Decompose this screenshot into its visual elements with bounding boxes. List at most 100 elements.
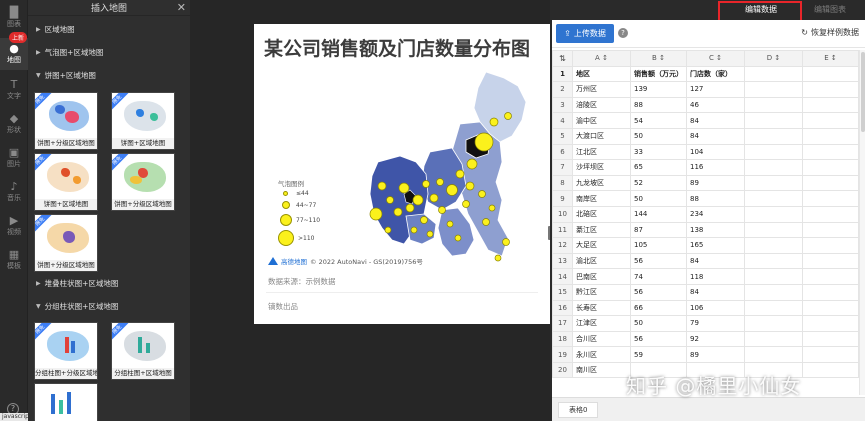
row-number[interactable]: 18	[552, 330, 573, 348]
map-template-thumb[interactable]: 限免 饼图+区域地图	[111, 92, 175, 150]
table-cell[interactable]: 104	[686, 143, 745, 161]
table-cell[interactable]	[744, 283, 803, 301]
help-icon[interactable]: ?	[618, 28, 628, 38]
map-template-thumb[interactable]: 限免 分组柱图+分级区域地图	[34, 322, 98, 380]
table-cell[interactable]: 106	[686, 299, 745, 317]
table-cell[interactable]	[744, 221, 803, 239]
row-number[interactable]: 19	[552, 346, 573, 363]
table-cell[interactable]	[744, 205, 803, 223]
table-cell[interactable]: 92	[686, 330, 745, 348]
table-cell[interactable]	[802, 283, 859, 301]
table-cell[interactable]: 65	[630, 159, 687, 176]
table-cell[interactable]	[744, 190, 803, 207]
table-cell[interactable]: 南川区	[572, 361, 631, 379]
map-template-thumb[interactable]: 限免 分组柱图+区域地图	[111, 322, 175, 380]
table-cell[interactable]: 沙坪坝区	[572, 159, 631, 176]
table-cell[interactable]: 长寿区	[572, 299, 631, 317]
row-number[interactable]: 11	[552, 221, 573, 239]
table-cell[interactable]	[744, 252, 803, 270]
section-bubble-region-map[interactable]: ▶ 气泡图+区域地图	[36, 47, 103, 58]
row-number[interactable]: 1	[552, 65, 573, 83]
table-cell[interactable]	[802, 221, 859, 239]
sheet-tab[interactable]: 表格0	[558, 402, 599, 418]
table-cell[interactable]	[802, 299, 859, 317]
table-cell[interactable]	[802, 159, 859, 176]
table-cell[interactable]: 118	[686, 268, 745, 285]
table-cell[interactable]	[802, 81, 859, 98]
table-cell[interactable]	[744, 159, 803, 176]
row-number[interactable]: 5	[552, 127, 573, 145]
table-cell[interactable]	[744, 315, 803, 332]
table-cell[interactable]	[802, 205, 859, 223]
table-cell[interactable]: 89	[686, 346, 745, 363]
table-cell[interactable]	[744, 127, 803, 145]
row-number[interactable]: 12	[552, 237, 573, 254]
table-cell[interactable]: 144	[630, 205, 687, 223]
table-cell[interactable]	[802, 315, 859, 332]
upload-data-button[interactable]: ⇪ 上传数据	[556, 24, 614, 43]
table-cell[interactable]: 50	[630, 190, 687, 207]
table-cell[interactable]: 165	[686, 237, 745, 254]
restore-sample-button[interactable]: ↻ 恢复样例数据	[801, 27, 859, 38]
close-icon[interactable]: ✕	[177, 1, 186, 14]
table-cell[interactable]: 南岸区	[572, 190, 631, 207]
column-header[interactable]: A ↕	[572, 50, 631, 67]
table-cell[interactable]: 56	[630, 252, 687, 270]
table-cell[interactable]	[802, 96, 859, 114]
table-cell[interactable]	[744, 237, 803, 254]
table-cell[interactable]: 74	[630, 268, 687, 285]
map-template-thumb[interactable]: 限免 饼图+分级区域地图	[111, 153, 175, 211]
table-cell[interactable]: 59	[630, 346, 687, 363]
row-number[interactable]: 15	[552, 283, 573, 301]
column-header[interactable]: D ↕	[744, 50, 803, 67]
table-cell[interactable]: 永川区	[572, 346, 631, 363]
table-cell[interactable]: 54	[630, 112, 687, 129]
table-cell[interactable]: 大渡口区	[572, 127, 631, 145]
table-cell[interactable]	[744, 81, 803, 98]
row-number[interactable]: 17	[552, 315, 573, 332]
corner-cell[interactable]: ⇅	[552, 50, 573, 67]
rail-item-video[interactable]: ▶ 视频	[0, 210, 28, 242]
table-cell[interactable]	[744, 346, 803, 363]
table-cell[interactable]: 黔江区	[572, 283, 631, 301]
section-region-map[interactable]: ▶ 区域地图	[36, 24, 75, 35]
table-cell[interactable]: 大足区	[572, 237, 631, 254]
rail-item-music[interactable]: ♪ 音乐	[0, 176, 28, 208]
table-cell[interactable]	[802, 252, 859, 270]
table-cell[interactable]	[744, 112, 803, 129]
table-cell[interactable]: 46	[686, 96, 745, 114]
table-cell[interactable]: 79	[686, 315, 745, 332]
table-cell[interactable]: 139	[630, 81, 687, 98]
row-number[interactable]: 13	[552, 252, 573, 270]
row-number[interactable]: 16	[552, 299, 573, 317]
table-cell[interactable]: 巴南区	[572, 268, 631, 285]
table-cell[interactable]: 万州区	[572, 81, 631, 98]
rail-item-image[interactable]: ▣ 图片	[0, 142, 28, 174]
table-cell[interactable]	[802, 330, 859, 348]
section-stacked-bar-region-map[interactable]: ▶ 堆叠柱状图+区域地图	[36, 278, 118, 289]
table-cell[interactable]: 56	[630, 283, 687, 301]
rail-item-shape[interactable]: ◆ 形状	[0, 108, 28, 140]
table-cell[interactable]	[802, 346, 859, 363]
table-cell[interactable]: 84	[686, 127, 745, 145]
row-number[interactable]: 20	[552, 361, 573, 379]
table-cell[interactable]: 綦江区	[572, 221, 631, 239]
table-cell[interactable]: 116	[686, 159, 745, 176]
table-cell[interactable]	[802, 112, 859, 129]
vertical-scrollbar[interactable]	[859, 50, 865, 395]
chart-page[interactable]: 某公司销售额及门店数量分布图 气泡图例 ≤44 44~77 77~110 >11…	[254, 24, 550, 324]
table-cell[interactable]: 56	[630, 330, 687, 348]
row-number[interactable]: 10	[552, 205, 573, 223]
row-number[interactable]: 6	[552, 143, 573, 161]
table-cell[interactable]: 渝北区	[572, 252, 631, 270]
row-number[interactable]: 3	[552, 96, 573, 114]
table-cell[interactable]: 渝中区	[572, 112, 631, 129]
table-cell[interactable]: 涪陵区	[572, 96, 631, 114]
table-cell[interactable]	[744, 299, 803, 317]
rail-item-chart[interactable]: ▐▌ 图表	[0, 2, 28, 34]
map-template-thumb[interactable]: 限免 饼图+区域地图	[34, 153, 98, 211]
table-cell[interactable]	[744, 143, 803, 161]
table-cell[interactable]	[802, 174, 859, 192]
table-cell[interactable]	[744, 330, 803, 348]
row-number[interactable]: 14	[552, 268, 573, 285]
